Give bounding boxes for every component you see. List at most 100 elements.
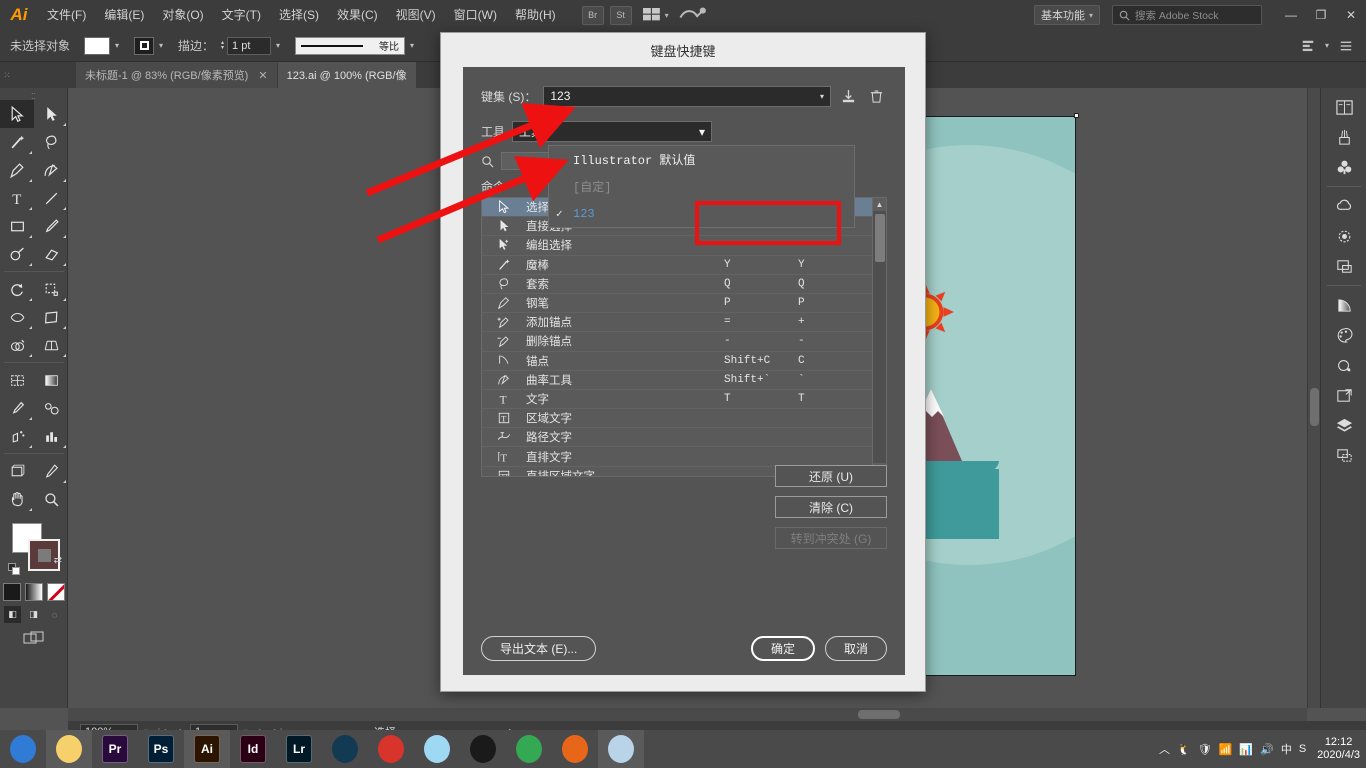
menu-item-view[interactable]: 视图(V) [387,0,445,30]
dropdown-item-illustrator-default[interactable]: Illustrator 默认值 [549,146,854,173]
eraser-tool[interactable] [34,240,68,268]
draw-inside-button[interactable]: ◌ [46,606,63,623]
lasso-tool[interactable] [34,128,68,156]
swap-fill-stroke-icon[interactable]: ⇄ [54,555,62,566]
row-symbol[interactable]: Q [798,278,872,290]
scrollbar-thumb[interactable] [1310,388,1319,426]
paintbrush-tool[interactable] [34,212,68,240]
taskbar-item[interactable] [598,730,644,768]
scroll-up-icon[interactable]: ▲ [873,198,886,211]
libraries-icon[interactable] [1321,92,1366,122]
chevron-down-icon[interactable]: ▾ [271,37,285,55]
none-color-button[interactable] [47,583,65,601]
artboard-handle[interactable] [1074,113,1079,118]
shortcut-list[interactable]: 选择 1 1 直接选择 A A 编组选择 [481,197,887,477]
menu-item-object[interactable]: 对象(O) [153,0,212,30]
menu-item-window[interactable]: 窗口(W) [445,0,506,30]
close-icon[interactable]: ✕ [258,69,267,82]
table-row[interactable]: T 直排文字 [482,447,872,466]
table-row[interactable]: 编组选择 [482,236,872,255]
blend-tool[interactable] [34,394,68,422]
row-shortcut[interactable]: - [724,335,798,347]
pen-tool[interactable] [0,156,34,184]
hand-tool[interactable] [0,485,34,513]
perspective-grid-tool[interactable] [34,331,68,359]
align-icon[interactable] [1296,35,1320,57]
draw-normal-button[interactable]: ◧ [4,606,21,623]
signal-icon[interactable]: 📊 [1239,743,1253,756]
document-tab-1[interactable]: 未标题-1 @ 83% (RGB/像素预览) ✕ [76,62,278,88]
sogou-icon[interactable]: S [1299,743,1306,755]
save-icon[interactable] [837,85,859,107]
color-icon[interactable] [1321,320,1366,350]
taskbar-item[interactable] [414,730,460,768]
undo-button[interactable]: 还原 (U) [775,465,887,487]
volume-icon[interactable]: 🔊 [1260,743,1274,756]
canvas-vertical-scrollbar[interactable] [1307,88,1320,708]
search-adobe-icon[interactable] [679,5,707,25]
list-scrollbar[interactable]: ▲ ▼ [872,198,886,476]
row-symbol[interactable]: + [798,316,872,328]
table-row[interactable]: 钢笔 P P [482,294,872,313]
row-symbol[interactable]: T [798,393,872,405]
align-icon[interactable] [1321,440,1366,470]
default-fill-stroke-icon[interactable] [8,563,21,576]
free-transform-tool[interactable] [34,303,68,331]
gradient-icon[interactable] [1321,290,1366,320]
table-row[interactable]: 锚点 Shift+C C [482,352,872,371]
layers-icon[interactable] [1321,410,1366,440]
dropdown-item-123[interactable]: ✓ 123 [549,200,854,227]
gradient-tool[interactable] [34,366,68,394]
symbol-sprayer-tool[interactable] [0,422,34,450]
taskbar-item[interactable] [506,730,552,768]
taskbar-item[interactable] [368,730,414,768]
line-segment-tool[interactable] [34,184,68,212]
canvas-horizontal-scrollbar[interactable] [68,708,1307,721]
type-tool[interactable]: T [0,184,34,212]
slice-tool[interactable] [34,457,68,485]
row-shortcut[interactable]: P [724,297,798,309]
table-row[interactable]: 魔棒 Y Y [482,256,872,275]
row-symbol[interactable]: - [798,335,872,347]
table-row[interactable]: T 区域文字 [482,409,872,428]
row-symbol[interactable]: P [798,297,872,309]
cancel-button[interactable]: 取消 [825,636,887,661]
row-shortcut[interactable]: T [724,393,798,405]
taskbar-item[interactable] [0,730,46,768]
workspace-switcher[interactable]: 基本功能 ▾ [1034,5,1100,25]
eyedropper-tool[interactable] [0,394,34,422]
taskbar-clock[interactable]: 12:122020/4/3 [1313,736,1360,762]
trash-icon[interactable] [865,85,887,107]
menu-item-file[interactable]: 文件(F) [38,0,95,30]
stock-button[interactable]: St [610,6,632,25]
fill-color-swatch[interactable] [84,37,110,55]
change-screen-mode-button[interactable] [0,631,67,645]
curvature-tool[interactable] [34,156,68,184]
shaper-tool[interactable] [0,240,34,268]
table-row[interactable]: 套索 Q Q [482,275,872,294]
appearance-icon[interactable] [1321,350,1366,380]
tools-panel-grip[interactable]: ⁚⁚ [0,92,67,100]
direct-selection-tool[interactable] [34,100,68,128]
mesh-tool[interactable] [0,366,34,394]
stroke-weight-input[interactable]: 1 pt [227,37,271,55]
brushes-icon[interactable] [1321,122,1366,152]
taskbar-item[interactable]: Ps [138,730,184,768]
menu-item-select[interactable]: 选择(S) [270,0,328,30]
artboard-tool[interactable] [0,457,34,485]
table-row[interactable]: T 文字 T T [482,390,872,409]
taskbar-item[interactable]: Ai [184,730,230,768]
row-shortcut[interactable]: Shift+` [724,374,798,386]
menu-item-help[interactable]: 帮助(H) [506,0,565,30]
panel-options-icon[interactable] [1334,35,1358,57]
taskbar-item[interactable] [460,730,506,768]
solid-color-button[interactable] [3,583,21,601]
taskbar-item[interactable] [46,730,92,768]
keyset-dropdown-list[interactable]: Illustrator 默认值 [自定] ✓ 123 [548,145,855,228]
row-shortcut[interactable]: Y [724,259,798,271]
qq-tray-icon[interactable]: 🐧 [1177,743,1191,756]
document-tab-2[interactable]: 123.ai @ 100% (RGB/像 [278,62,417,88]
arrange-documents-icon[interactable]: ▾ [643,6,669,25]
row-shortcut[interactable]: Q [724,278,798,290]
chevron-down-icon[interactable]: ▾ [154,37,168,55]
